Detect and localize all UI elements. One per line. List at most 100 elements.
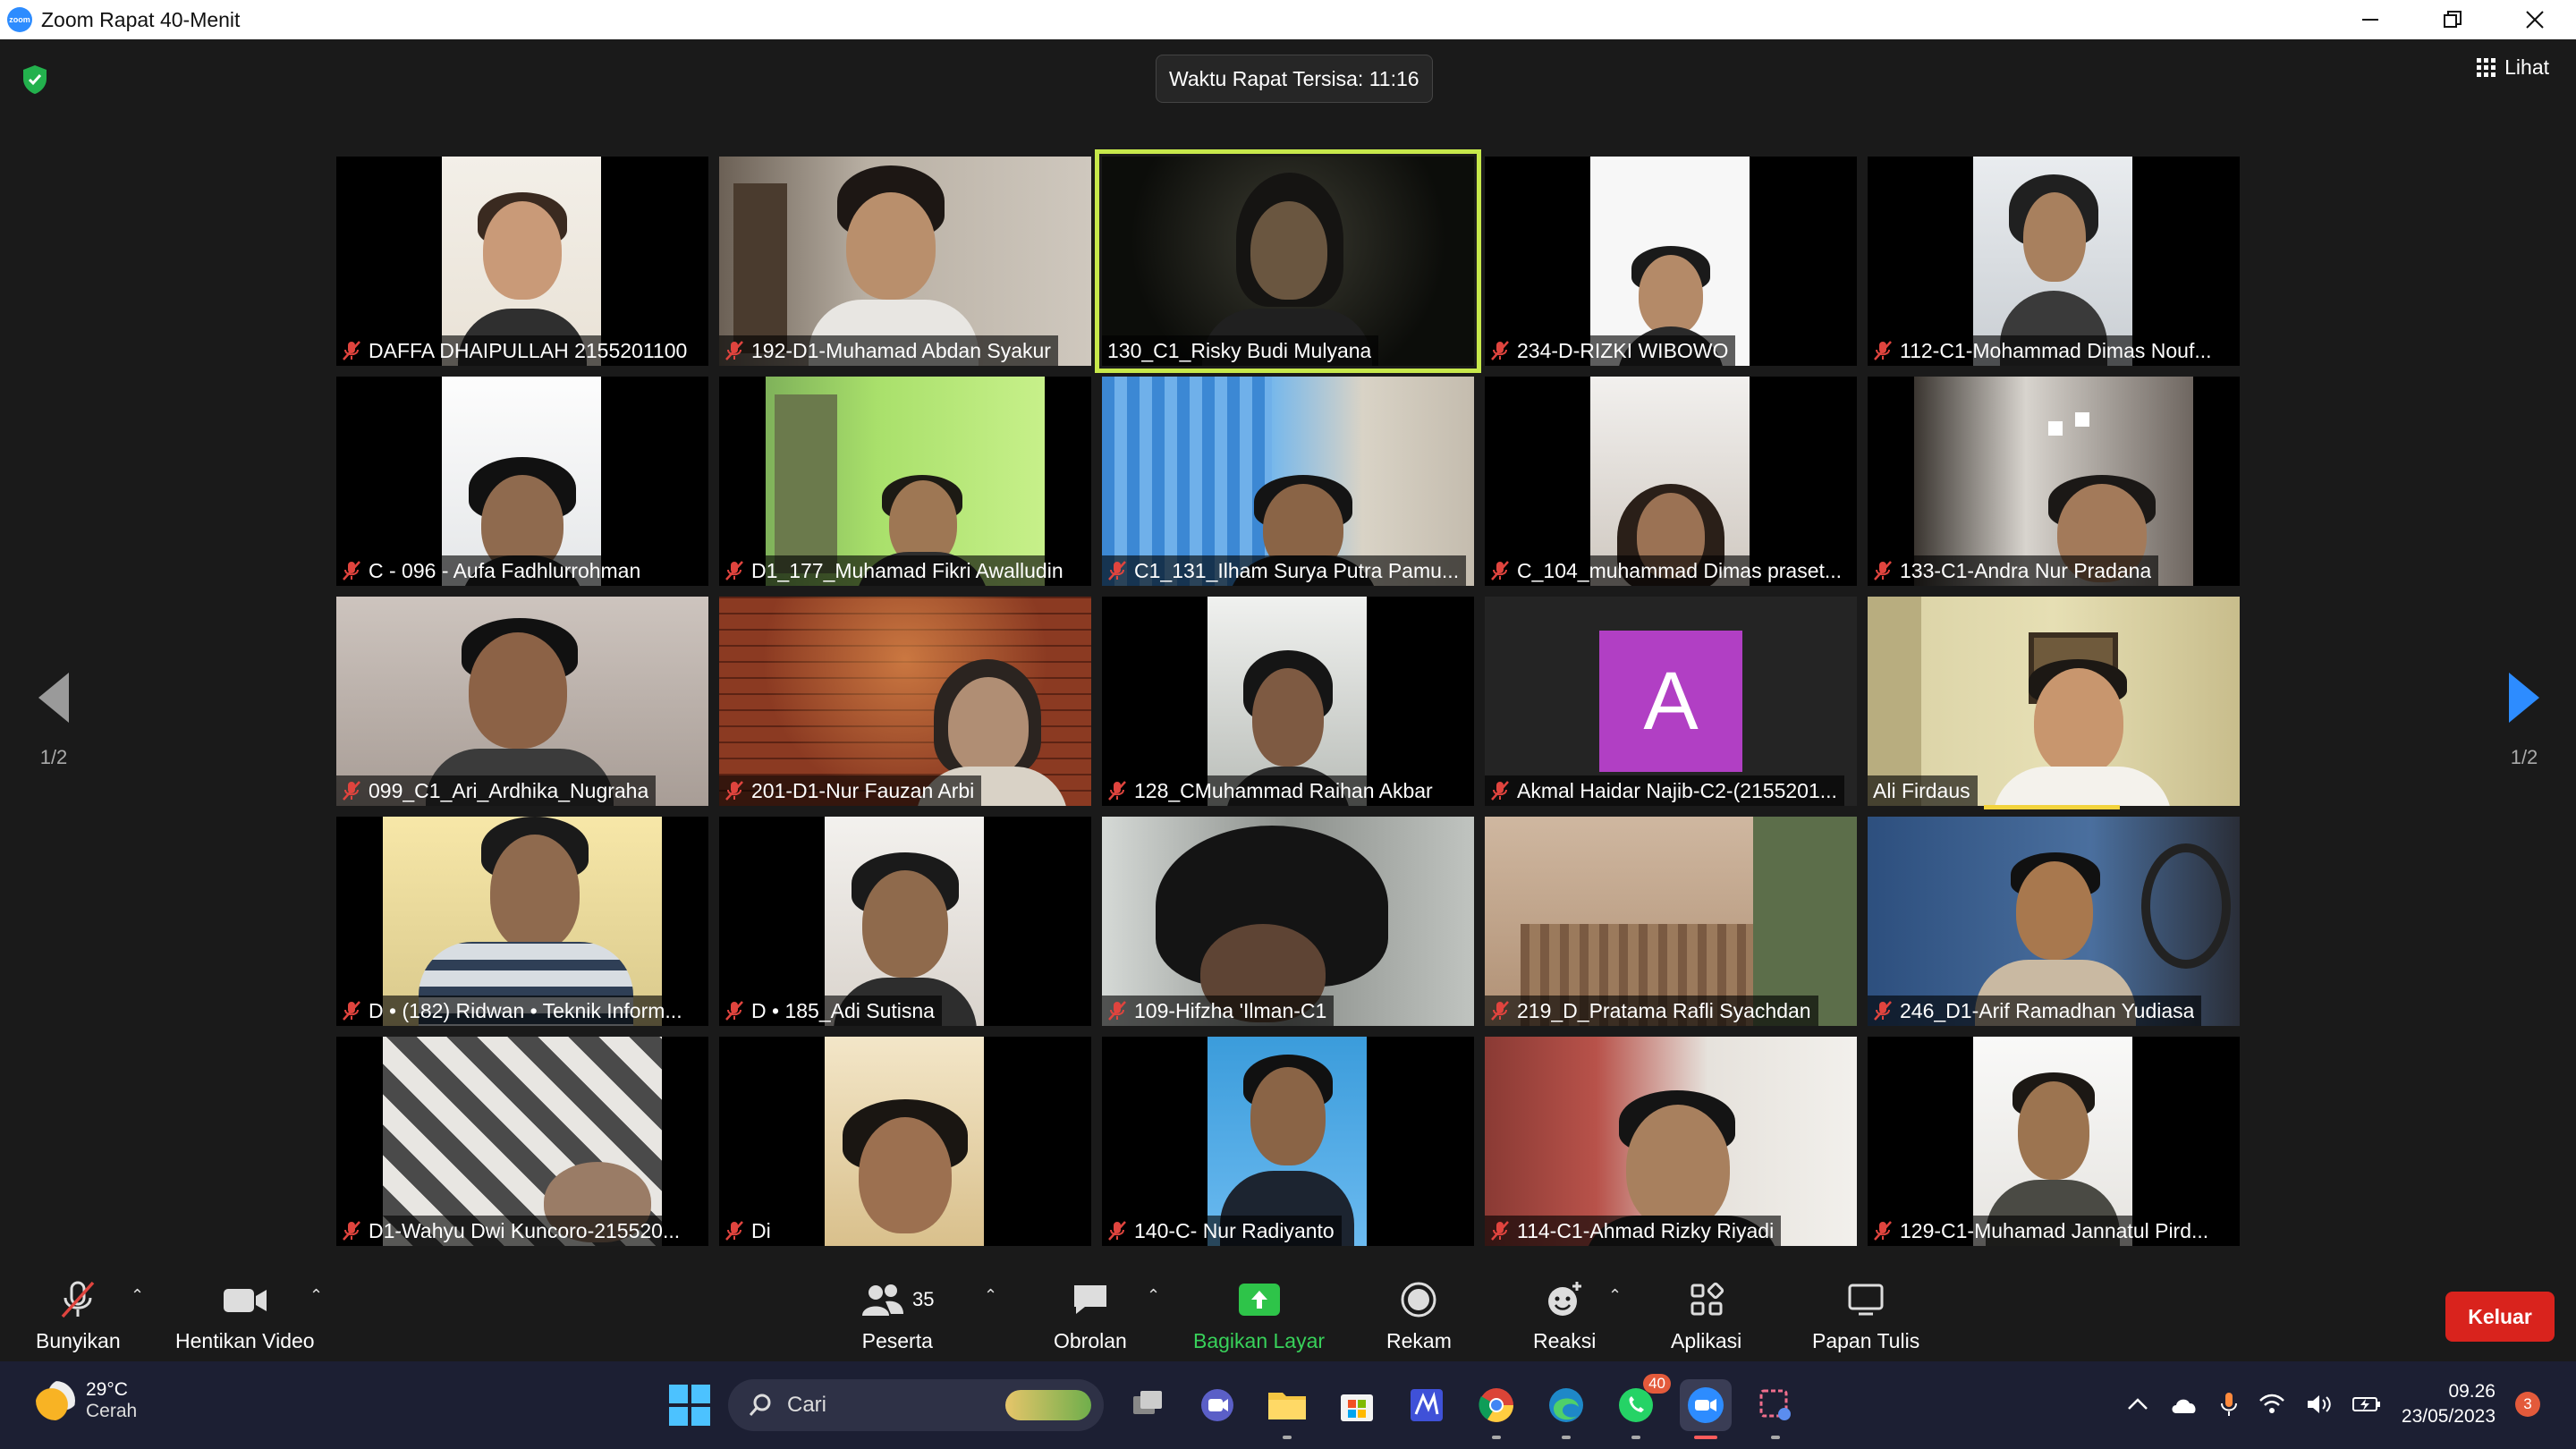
- participant-video: [1973, 157, 2132, 366]
- share-screen-icon: [1238, 1284, 1280, 1316]
- weather-widget[interactable]: 29°C Cerah: [36, 1379, 137, 1422]
- audio-options-chevron-up-icon[interactable]: ⌃: [131, 1286, 144, 1305]
- participant-tile[interactable]: 114-C1-Ahmad Rizky Riyadi: [1485, 1037, 1857, 1246]
- participant-name-bar: 201-D1-Nur Fauzan Arbi: [719, 775, 982, 806]
- participant-video: [336, 597, 708, 806]
- zoom-taskbar-icon[interactable]: [1680, 1379, 1732, 1439]
- reactions-options-chevron-up-icon[interactable]: ⌃: [1608, 1286, 1622, 1305]
- chat-label: Obrolan: [1054, 1329, 1127, 1352]
- unmute-button[interactable]: Bunyikan: [36, 1279, 121, 1353]
- participant-video: [766, 377, 1045, 586]
- participants-button[interactable]: 35 Peserta: [860, 1279, 934, 1353]
- participants-count: 35: [912, 1288, 935, 1310]
- mic-muted-icon: [343, 1221, 360, 1241]
- participant-name-bar: D1-Wahyu Dwi Kuncoro-215520...: [336, 1216, 688, 1246]
- participant-video: [825, 1037, 984, 1246]
- participant-tile[interactable]: 219_D_Pratama Rafli Syachdan: [1485, 817, 1857, 1026]
- share-screen-button[interactable]: Bagikan Layar: [1193, 1279, 1325, 1353]
- participant-tile[interactable]: D1_177_Muhamad Fikri Awalludin: [719, 377, 1091, 586]
- participant-tile[interactable]: Di: [719, 1037, 1091, 1246]
- participant-name-bar: D • (182) Ridwan • Teknik Inform...: [336, 996, 690, 1026]
- taskbar-clock[interactable]: 09.26 23/05/2023: [2402, 1379, 2496, 1429]
- onedrive-cloud-icon[interactable]: [2169, 1394, 2199, 1415]
- chevron-up-icon[interactable]: [2126, 1395, 2149, 1413]
- wifi-icon[interactable]: [2258, 1393, 2285, 1416]
- mic-muted-icon: [1491, 1221, 1509, 1241]
- participants-label: Peserta: [861, 1329, 933, 1352]
- partly-sunny-icon: [36, 1381, 75, 1420]
- edge-icon[interactable]: [1540, 1379, 1592, 1439]
- grid-view-icon: [2477, 58, 2496, 77]
- participant-tile[interactable]: DAFFA DHAIPULLAH 2155201100: [336, 157, 708, 366]
- microsoft-store-icon[interactable]: [1331, 1379, 1383, 1431]
- restore-button[interactable]: [2411, 0, 2494, 39]
- participant-tile[interactable]: D • 185_Adi Sutisna: [719, 817, 1091, 1026]
- participant-video: [1102, 817, 1474, 1026]
- participant-video: [383, 1037, 662, 1246]
- participant-tile-speaking[interactable]: Ali Firdaus: [1868, 597, 2240, 809]
- mic-muted-icon: [1491, 781, 1509, 801]
- stop-video-label: Hentikan Video: [175, 1329, 315, 1352]
- participant-tile[interactable]: C_104_muhammad Dimas praset...: [1485, 377, 1857, 586]
- participant-avatar: A: [1599, 631, 1742, 772]
- file-explorer-icon[interactable]: [1261, 1379, 1313, 1439]
- windows-start-icon[interactable]: [669, 1385, 710, 1426]
- reactions-button[interactable]: Reaksi: [1533, 1279, 1596, 1353]
- leave-meeting-button[interactable]: Keluar: [2445, 1292, 2555, 1342]
- participant-tile[interactable]: 099_C1_Ari_Ardhika_Nugraha: [336, 597, 708, 806]
- participant-tile[interactable]: 112-C1-Mohammad Dimas Nouf...: [1868, 157, 2240, 366]
- speaker-volume-icon[interactable]: [2305, 1393, 2332, 1416]
- chrome-icon[interactable]: [1470, 1379, 1522, 1439]
- participant-tile[interactable]: 246_D1-Arif Ramadhan Yudiasa: [1868, 817, 2240, 1026]
- record-button[interactable]: Rekam: [1386, 1279, 1452, 1353]
- view-button[interactable]: Lihat: [2477, 55, 2549, 80]
- apps-button[interactable]: Aplikasi: [1671, 1279, 1741, 1353]
- participant-tile[interactable]: 109-Hifzha 'Ilman-C1: [1102, 817, 1474, 1026]
- meeting-time-remaining[interactable]: Waktu Rapat Tersisa: 11:16: [1156, 55, 1433, 103]
- participants-options-chevron-up-icon[interactable]: ⌃: [984, 1286, 997, 1305]
- participant-tile[interactable]: 133-C1-Andra Nur Pradana: [1868, 377, 2240, 586]
- previous-page-button[interactable]: 1/2: [27, 673, 80, 780]
- stop-video-button[interactable]: Hentikan Video: [175, 1279, 315, 1353]
- window-titlebar: zoom Zoom Rapat 40-Menit: [0, 0, 2576, 39]
- mathway-app-icon[interactable]: [1401, 1379, 1453, 1431]
- task-view-icon[interactable]: [1122, 1379, 1174, 1431]
- battery-charging-icon[interactable]: [2351, 1394, 2382, 1415]
- participant-tile[interactable]: 129-C1-Muhamad Jannatul Pird...: [1868, 1037, 2240, 1246]
- participant-name: 133-C1-Andra Nur Pradana: [1900, 558, 2152, 582]
- participant-name: 129-C1-Muhamad Jannatul Pird...: [1900, 1218, 2209, 1242]
- whatsapp-icon[interactable]: 40: [1610, 1374, 1671, 1439]
- taskbar-search-box[interactable]: Cari: [728, 1379, 1104, 1431]
- participant-tile[interactable]: D1-Wahyu Dwi Kuncoro-215520...: [336, 1037, 708, 1246]
- chat-options-chevron-up-icon[interactable]: ⌃: [1147, 1286, 1160, 1305]
- minimize-button[interactable]: [2329, 0, 2411, 39]
- microphone-icon[interactable]: [2219, 1391, 2239, 1418]
- record-icon: [1401, 1282, 1436, 1318]
- participant-tile[interactable]: D • (182) Ridwan • Teknik Inform...: [336, 817, 708, 1026]
- close-button[interactable]: [2494, 0, 2576, 39]
- video-options-chevron-up-icon[interactable]: ⌃: [309, 1286, 323, 1305]
- teams-meet-icon[interactable]: [1191, 1379, 1243, 1431]
- participant-tile[interactable]: A Akmal Haidar Najib-C2-(2155201...: [1485, 597, 1857, 806]
- next-page-button[interactable]: 1/2: [2497, 673, 2551, 780]
- participant-name-bar: 246_D1-Arif Ramadhan Yudiasa: [1868, 996, 2202, 1026]
- participant-tile[interactable]: 201-D1-Nur Fauzan Arbi: [719, 597, 1091, 806]
- notification-count-badge[interactable]: 3: [2515, 1392, 2540, 1417]
- participant-tile-active-speaker[interactable]: 130_C1_Risky Budi Mulyana: [1095, 149, 1481, 373]
- participant-tile[interactable]: 192-D1-Muhamad Abdan Syakur: [719, 157, 1091, 366]
- participant-name-bar: 112-C1-Mohammad Dimas Nouf...: [1868, 335, 2219, 366]
- participant-tile[interactable]: C - 096 - Aufa Fadhlurrohman: [336, 377, 708, 586]
- whiteboard-button[interactable]: Papan Tulis: [1812, 1279, 1919, 1353]
- participant-tile[interactable]: 234-D-RIZKI WIBOWO: [1485, 157, 1857, 366]
- participant-tile[interactable]: 128_CMuhammad Raihan Akbar: [1102, 597, 1474, 806]
- snipping-tool-icon[interactable]: [1750, 1379, 1801, 1439]
- participant-video: [383, 817, 662, 1026]
- view-label: Lihat: [2504, 55, 2549, 79]
- mic-muted-icon: [1108, 1221, 1126, 1241]
- participant-tile[interactable]: C1_131_Ilham Surya Putra Pamu...: [1102, 377, 1474, 586]
- shield-check-icon[interactable]: [21, 64, 48, 95]
- page-indicator-left: 1/2: [39, 746, 68, 768]
- chat-button[interactable]: Obrolan: [1054, 1279, 1127, 1353]
- participant-name: DAFFA DHAIPULLAH 2155201100: [369, 338, 688, 362]
- participant-tile[interactable]: 140-C- Nur Radiyanto: [1102, 1037, 1474, 1246]
